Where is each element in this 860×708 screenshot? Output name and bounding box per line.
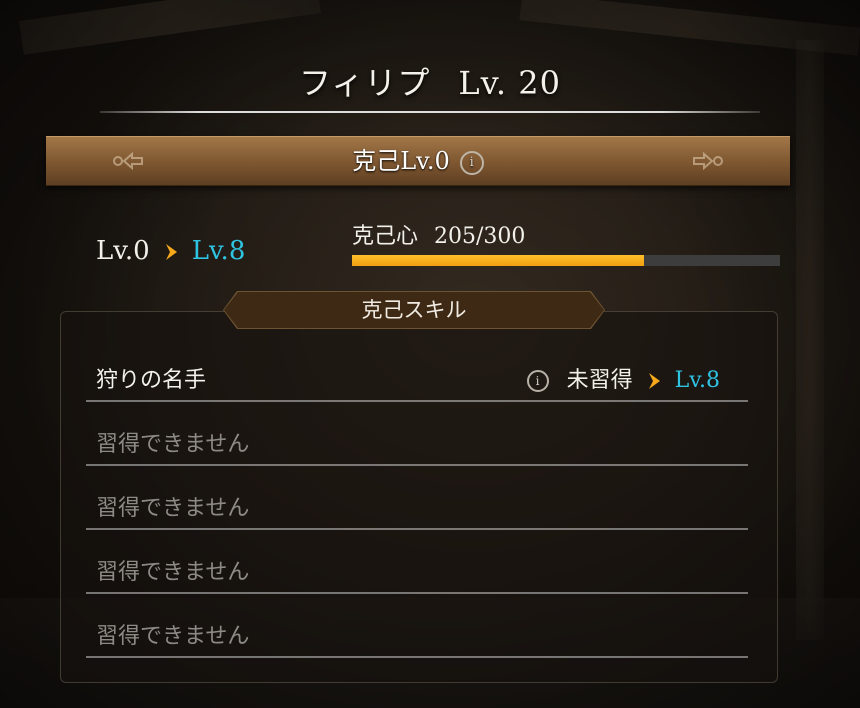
gauge-fill	[352, 255, 645, 266]
next-arrow-icon[interactable]	[690, 145, 726, 177]
skill-row-locked: 習得できません	[86, 416, 748, 466]
skill-progress: i 未習得 Lv.8	[526, 362, 720, 394]
character-title: フィリプ Lv. 20	[0, 58, 860, 104]
skill-name: 習得できません	[96, 624, 250, 649]
skill-name: 狩りの名手	[96, 368, 207, 393]
restraint-banner: 克己Lv.0 i	[46, 136, 790, 186]
character-level: Lv. 20	[458, 64, 561, 102]
chevron-right-icon	[648, 373, 660, 389]
skill-info-icon[interactable]: i	[526, 370, 549, 392]
skill-row-locked: 習得できません	[86, 608, 748, 658]
skill-row-locked: 習得できません	[86, 544, 748, 594]
skill-row-locked: 習得できません	[86, 480, 748, 530]
skill-name: 習得できません	[96, 432, 250, 457]
skill-name: 習得できません	[96, 560, 250, 585]
gauge-label: 克己心 205/300	[352, 218, 525, 250]
skill-row[interactable]: 狩りの名手 i 未習得 Lv.8	[86, 352, 748, 402]
banner-title: 克己Lv.0	[352, 147, 450, 175]
level-upgrade: Lv.0 Lv.8	[96, 236, 245, 266]
level-from: Lv.0	[96, 236, 150, 266]
level-to: Lv.8	[191, 236, 246, 266]
skill-name: 習得できません	[96, 496, 250, 521]
chevron-right-icon	[165, 244, 177, 260]
skill-target-level: Lv.8	[674, 368, 720, 393]
gauge-name: 克己心	[352, 224, 419, 249]
title-divider	[100, 111, 760, 113]
gauge-track	[352, 255, 780, 266]
panel-title: 克己スキル	[224, 292, 604, 328]
skill-status: 未習得	[566, 368, 633, 393]
gauge-value: 205/300	[434, 224, 526, 249]
banner-info-icon[interactable]: i	[459, 150, 484, 175]
character-name: フィリプ	[299, 64, 431, 102]
